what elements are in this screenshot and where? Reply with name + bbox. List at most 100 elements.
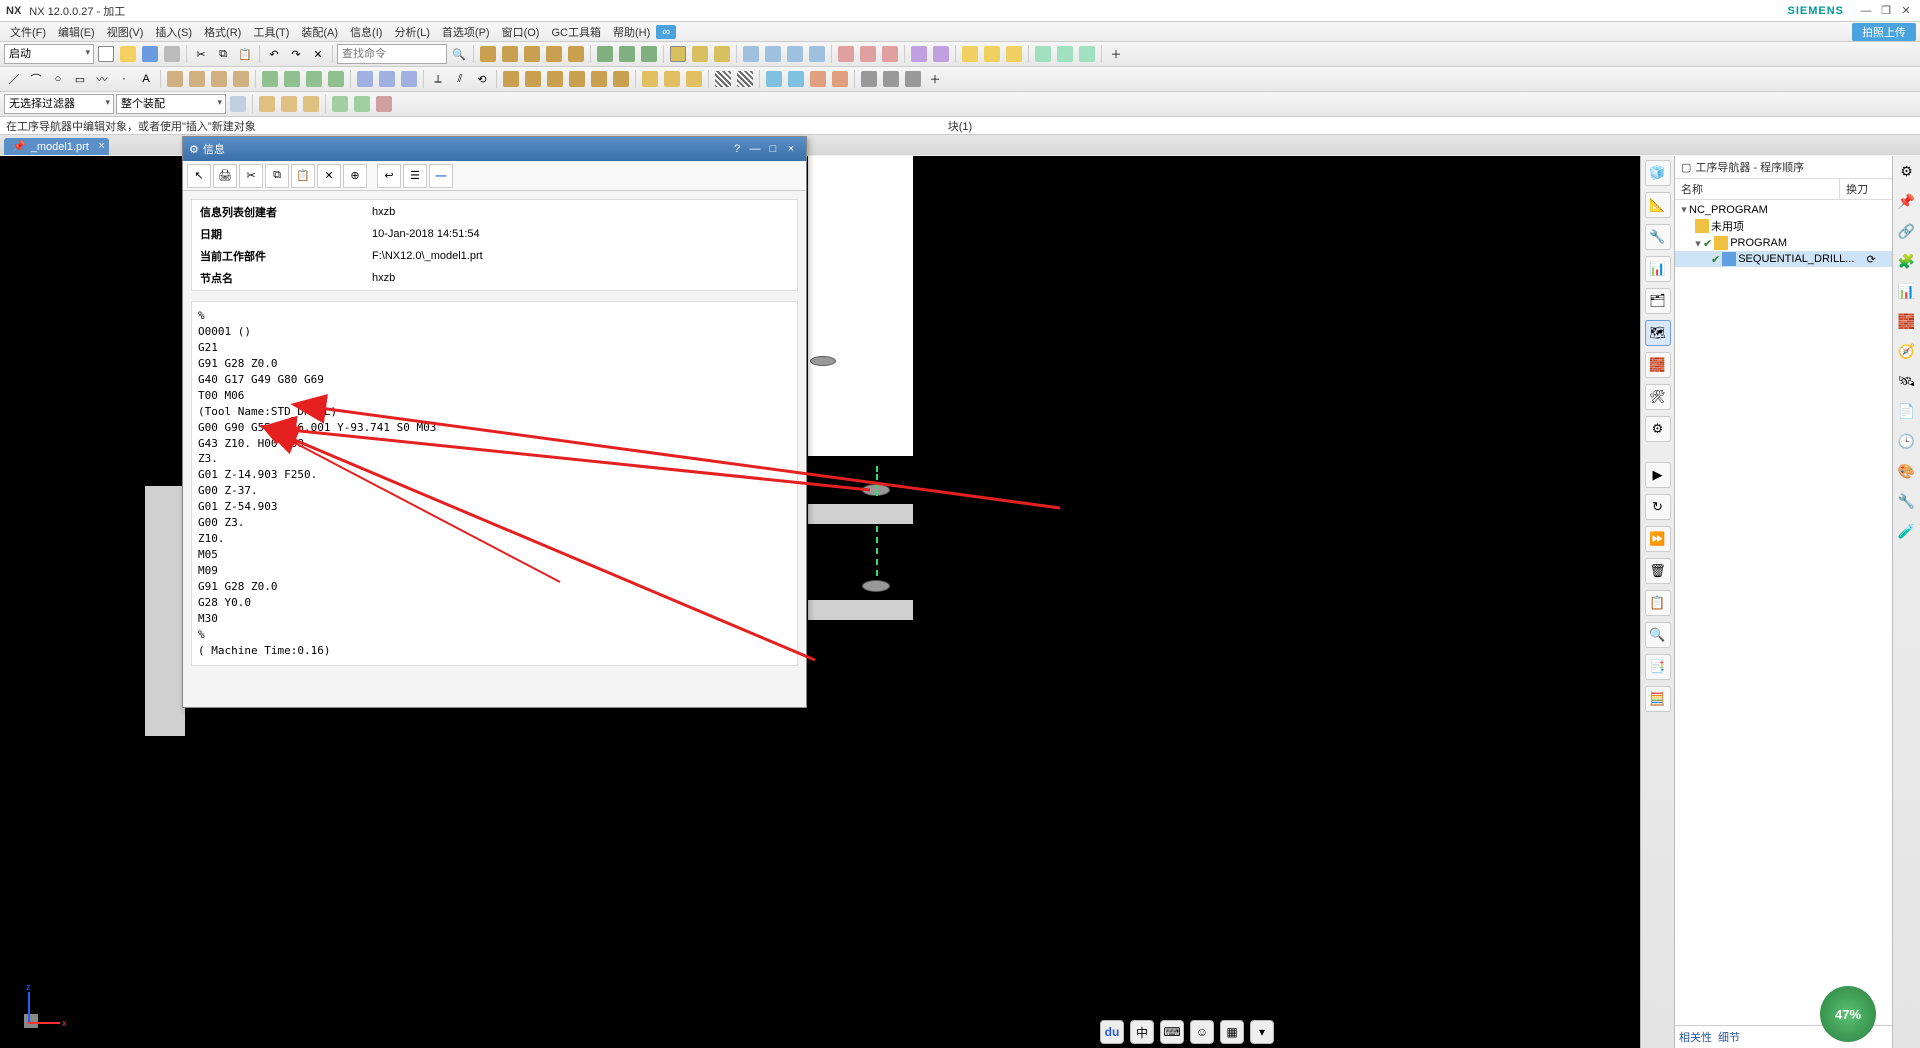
fs-icon[interactable]: 🎨 (1896, 460, 1918, 482)
feature-icon[interactable] (282, 69, 302, 89)
save-icon[interactable] (140, 44, 160, 64)
solid-icon[interactable] (523, 69, 543, 89)
dropdown-icon[interactable]: ▾ (1250, 1020, 1274, 1044)
menu-edit[interactable]: 编辑(E) (52, 22, 101, 42)
misc-icon[interactable] (881, 69, 901, 89)
misc-icon[interactable] (808, 69, 828, 89)
nav-collapse-icon[interactable]: ▢ (1681, 161, 1691, 174)
tool-btn[interactable] (478, 44, 498, 64)
tool-btn[interactable] (566, 44, 586, 64)
cam-icon[interactable] (640, 69, 660, 89)
ts-btn[interactable]: 📊 (1645, 256, 1671, 282)
menu-file[interactable]: 文件(F) (4, 22, 52, 42)
curve-tool-icon[interactable] (165, 69, 185, 89)
dlg-select-icon[interactable]: ↖ (187, 164, 211, 188)
fs-icon[interactable]: 🧱 (1896, 310, 1918, 332)
fs-icon[interactable]: 📌 (1896, 190, 1918, 212)
ts-btn[interactable]: 🔍 (1645, 622, 1671, 648)
ts-btn[interactable]: 🧱 (1645, 352, 1671, 378)
fs-icon[interactable]: 🛰 (1896, 370, 1918, 392)
tool-btn[interactable] (763, 44, 783, 64)
sketch-circle-icon[interactable]: ○ (48, 69, 68, 89)
feature-icon[interactable] (304, 69, 324, 89)
tree-row-ncprogram[interactable]: ▾NC_PROGRAM (1675, 202, 1892, 217)
tool-btn[interactable] (500, 44, 520, 64)
tool-btn[interactable] (668, 44, 688, 64)
misc-icon[interactable] (764, 69, 784, 89)
search-icon[interactable]: 🔍 (449, 44, 469, 64)
ime-icon[interactable]: 中 (1130, 1020, 1154, 1044)
menu-gctoolbox[interactable]: GC工具箱 (545, 22, 607, 42)
dialog-maximize-button[interactable]: □ (764, 143, 782, 155)
grid-icon[interactable]: ▦ (1220, 1020, 1244, 1044)
tool-btn[interactable] (1033, 44, 1053, 64)
tool-btn[interactable] (785, 44, 805, 64)
dialog-close-button[interactable]: × (782, 143, 800, 155)
fs-icon[interactable]: 🧭 (1896, 340, 1918, 362)
sketch-line-icon[interactable]: ／ (4, 69, 24, 89)
menu-tools[interactable]: 工具(T) (247, 22, 295, 42)
ts-btn[interactable]: 🧊 (1645, 160, 1671, 186)
tool-btn[interactable] (639, 44, 659, 64)
tool-btn[interactable] (836, 44, 856, 64)
tab-close-icon[interactable]: × (98, 140, 104, 152)
menu-analysis[interactable]: 分析(L) (388, 22, 435, 42)
dlg-minus-icon[interactable]: — (429, 164, 453, 188)
sketch-arc-icon[interactable]: ⌒ (26, 69, 46, 89)
fs-icon[interactable]: 🧪 (1896, 520, 1918, 542)
cam-icon[interactable] (684, 69, 704, 89)
fs-icon[interactable]: 🔧 (1896, 490, 1918, 512)
tool-btn[interactable] (858, 44, 878, 64)
ts-btn[interactable]: ▶ (1645, 462, 1671, 488)
ts-btn[interactable]: 📑 (1645, 654, 1671, 680)
upload-button[interactable]: 拍照上传 (1852, 23, 1916, 41)
snap-icon[interactable] (257, 94, 277, 114)
tool-btn[interactable] (982, 44, 1002, 64)
solid-icon[interactable] (501, 69, 521, 89)
keyboard-icon[interactable]: ⌨ (1160, 1020, 1184, 1044)
cut-icon[interactable]: ✂ (191, 44, 211, 64)
tool-btn[interactable] (1004, 44, 1024, 64)
misc-icon[interactable] (903, 69, 923, 89)
sketch-rect-icon[interactable]: ▭ (70, 69, 90, 89)
curve-tool-icon[interactable] (209, 69, 229, 89)
snap-icon[interactable] (301, 94, 321, 114)
curve-tool-icon[interactable] (187, 69, 207, 89)
dlg-find-icon[interactable]: ⊕ (343, 164, 367, 188)
snap-icon[interactable] (374, 94, 394, 114)
ts-btn[interactable]: 🧮 (1645, 686, 1671, 712)
solid-icon[interactable] (589, 69, 609, 89)
command-search-input[interactable] (337, 44, 447, 64)
nav-tree[interactable]: ▾NC_PROGRAM 未用项 ▾✔PROGRAM ✔SEQUENTIAL_DR… (1675, 200, 1892, 1025)
tree-row-sequential-drill[interactable]: ✔SEQUENTIAL_DRILL... ⟳ (1675, 251, 1892, 267)
menu-help[interactable]: 帮助(H) (607, 22, 656, 42)
snap-icon[interactable] (330, 94, 350, 114)
undo-icon[interactable]: ↶ (264, 44, 284, 64)
hatch-icon[interactable] (735, 69, 755, 89)
pin-icon[interactable]: 📌 (12, 141, 26, 153)
tree-row-program[interactable]: ▾✔PROGRAM (1675, 235, 1892, 251)
ts-btn[interactable]: ⏩ (1645, 526, 1671, 552)
misc-icon[interactable] (786, 69, 806, 89)
redo-icon[interactable]: ↷ (286, 44, 306, 64)
document-tab[interactable]: 📌 _model1.prt × (4, 138, 109, 155)
tool-btn[interactable] (595, 44, 615, 64)
dlg-list-icon[interactable]: ☰ (403, 164, 427, 188)
ts-btn[interactable]: 📐 (1645, 192, 1671, 218)
plus-icon[interactable]: ＋ (925, 69, 945, 89)
selection-filter-combo[interactable]: 无选择过滤器 (4, 94, 114, 114)
snap-icon[interactable] (279, 94, 299, 114)
gear-icon[interactable]: ⚙ (1896, 160, 1918, 182)
dlg-copy-icon[interactable]: ⧉ (265, 164, 289, 188)
ts-btn[interactable]: ↻ (1645, 494, 1671, 520)
emoji-icon[interactable]: ☺ (1190, 1020, 1214, 1044)
feature-icon[interactable] (355, 69, 375, 89)
solid-icon[interactable] (611, 69, 631, 89)
minimize-button[interactable]: — (1858, 4, 1874, 18)
nc-code-listing[interactable]: % O0001 () G21 G91 G28 Z0.0 G40 G17 G49 … (191, 301, 798, 666)
assembly-filter-combo[interactable]: 整个装配 (116, 94, 226, 114)
baidu-icon[interactable]: du (1100, 1020, 1124, 1044)
col-name[interactable]: 名称 (1675, 179, 1840, 199)
fs-icon[interactable]: 🕒 (1896, 430, 1918, 452)
menu-format[interactable]: 格式(R) (198, 22, 247, 42)
